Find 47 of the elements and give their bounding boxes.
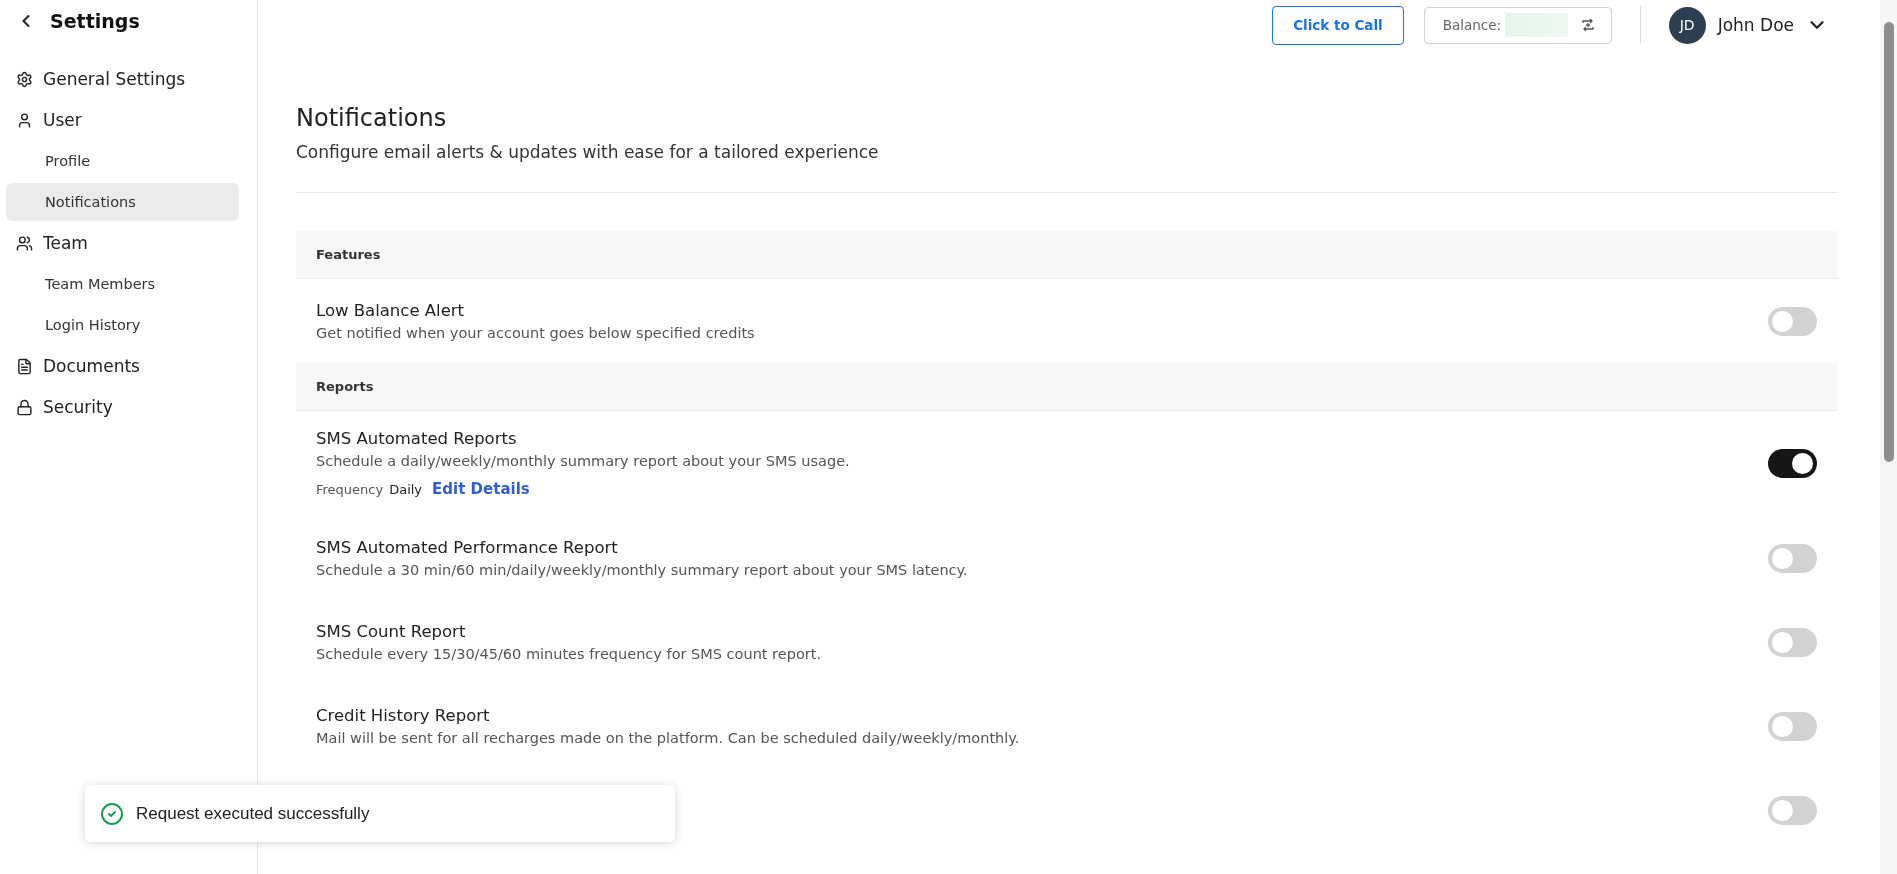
toggle-switch[interactable] [1768, 711, 1817, 741]
section-title: Features [316, 247, 381, 262]
sidebar-subitem[interactable]: Notifications [6, 183, 239, 221]
balance-value-placeholder [1505, 13, 1569, 37]
sidebar-subitem[interactable]: Login History [6, 306, 239, 344]
setting-description: Mail will be sent for all recharges made on the platform. Can be scheduled daily/weekly/monthly. [316, 730, 1021, 746]
sidebar-item[interactable]: User [6, 101, 239, 139]
click-to-call-button[interactable]: Click to Call [1272, 5, 1404, 45]
toggle-switch[interactable] [1768, 543, 1817, 573]
edit-details-link[interactable]: Edit Details [432, 480, 530, 498]
people-icon [16, 234, 33, 252]
page-title: Notifications [296, 104, 448, 132]
balance-label: Balance: [1442, 17, 1502, 33]
sidebar-item[interactable]: Team [6, 224, 239, 262]
setting-title: Credit History Report [316, 706, 491, 725]
lock-icon [16, 398, 33, 416]
scrollbar-thumb[interactable] [1883, 22, 1894, 462]
sidebar-subitem[interactable]: Team Members [6, 265, 239, 303]
setting-description: Schedule every 15/30/45/60 minutes frequency for SMS count report. [316, 646, 822, 662]
sidebar-item[interactable]: Documents [6, 347, 239, 385]
toggle-switch[interactable] [1768, 795, 1817, 825]
user-avatar[interactable]: JD [1668, 6, 1706, 44]
section-title: Reports [316, 379, 374, 394]
user-icon [16, 111, 33, 129]
toggle-switch[interactable] [1768, 449, 1817, 478]
toast-message: Request executed successfully [136, 803, 370, 824]
setting-title: SMS Automated Reports [316, 429, 518, 448]
sidebar-title: Settings [50, 10, 140, 32]
sidebar-item[interactable]: General Settings [6, 60, 239, 98]
sidebar-subitem[interactable]: Profile [6, 142, 239, 180]
toggle-switch[interactable] [1768, 627, 1817, 657]
document-icon [16, 357, 33, 375]
sidebar-item[interactable]: Security [6, 388, 239, 426]
frequency-value: Daily [389, 482, 423, 497]
frequency-label: Frequency [316, 482, 384, 497]
setting-title: Low Balance Alert [316, 301, 466, 320]
success-check-icon [100, 801, 124, 826]
page-subtitle: Configure email alerts & updates with ease for a tailored experience [296, 142, 880, 162]
setting-title: SMS Automated Performance Report [316, 538, 619, 557]
user-name[interactable]: John Doe [1717, 15, 1794, 35]
gear-icon [16, 70, 33, 88]
toggle-switch[interactable] [1768, 306, 1817, 336]
setting-description: Schedule a 30 min/60 min/daily/weekly/monthly summary report about your SMS latency. [316, 562, 969, 578]
setting-description: Schedule a daily/weekly/monthly summary report about your SMS usage. [316, 453, 851, 469]
setting-description: Get notified when your account goes below specified credits [316, 325, 756, 341]
scrollbar[interactable] [1880, 0, 1897, 874]
setting-title: SMS Count Report [316, 622, 467, 641]
